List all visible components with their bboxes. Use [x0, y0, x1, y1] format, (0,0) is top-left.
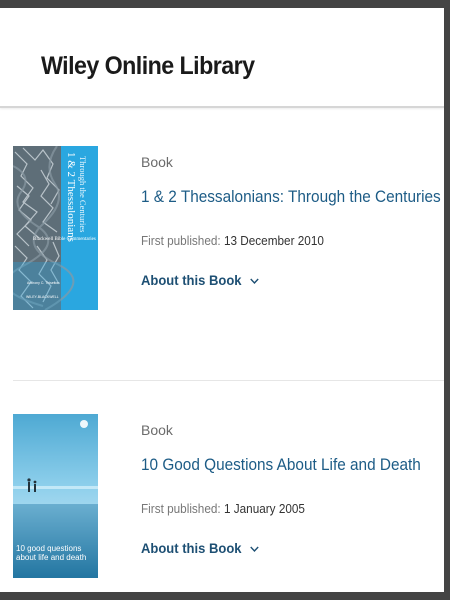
window-top-border — [0, 0, 450, 8]
about-this-book-label: About this Book — [141, 272, 242, 288]
wiley-online-library-logo[interactable]: Wiley Online Library — [41, 52, 255, 81]
about-this-book-label: About this Book — [141, 540, 242, 556]
search-result: 10 good questions about life and death B… — [0, 410, 444, 578]
first-published-date: 13 December 2010 — [223, 234, 324, 248]
site-header: Wiley Online Library — [0, 8, 444, 108]
first-published-label: First published: — [141, 502, 221, 516]
cover-author-text: Anthony C. Thiselton — [27, 281, 59, 285]
cover-title-text: 10 good questions about life and death — [16, 544, 87, 562]
result-title-link[interactable]: 1 & 2 Thessalonians: Through the Centuri… — [141, 188, 441, 207]
first-published-label: First published: — [141, 234, 221, 248]
first-published: First published: 13 December 2010 — [141, 234, 324, 248]
search-result: 1 & 2 Thessalonians Through the Centurie… — [0, 142, 444, 310]
cover-subtitle-text: Through the Centuries — [78, 156, 88, 232]
result-type-label: Book — [141, 154, 173, 170]
chevron-down-icon — [250, 540, 259, 556]
book-cover-thessalonians[interactable]: 1 & 2 Thessalonians Through the Centurie… — [13, 146, 98, 310]
cover-title-text: 1 & 2 Thessalonians — [65, 152, 77, 242]
chevron-down-icon — [250, 272, 259, 288]
window-right-border — [444, 0, 450, 600]
result-type-label: Book — [141, 422, 173, 438]
result-title-link[interactable]: 10 Good Questions About Life and Death — [141, 456, 421, 475]
about-this-book-toggle[interactable]: About this Book — [141, 540, 259, 556]
first-published-date: 1 January 2005 — [223, 502, 305, 516]
window-bottom-border — [0, 592, 450, 600]
book-cover-10-good-questions[interactable]: 10 good questions about life and death — [13, 414, 98, 578]
about-this-book-toggle[interactable]: About this Book — [141, 272, 259, 288]
cover-series-text: Blackwell Bible Commentaries — [33, 237, 96, 242]
first-published: First published: 1 January 2005 — [141, 502, 305, 516]
result-divider — [13, 380, 444, 381]
cover-publisher-text: WILEY-BLACKWELL — [26, 295, 59, 299]
